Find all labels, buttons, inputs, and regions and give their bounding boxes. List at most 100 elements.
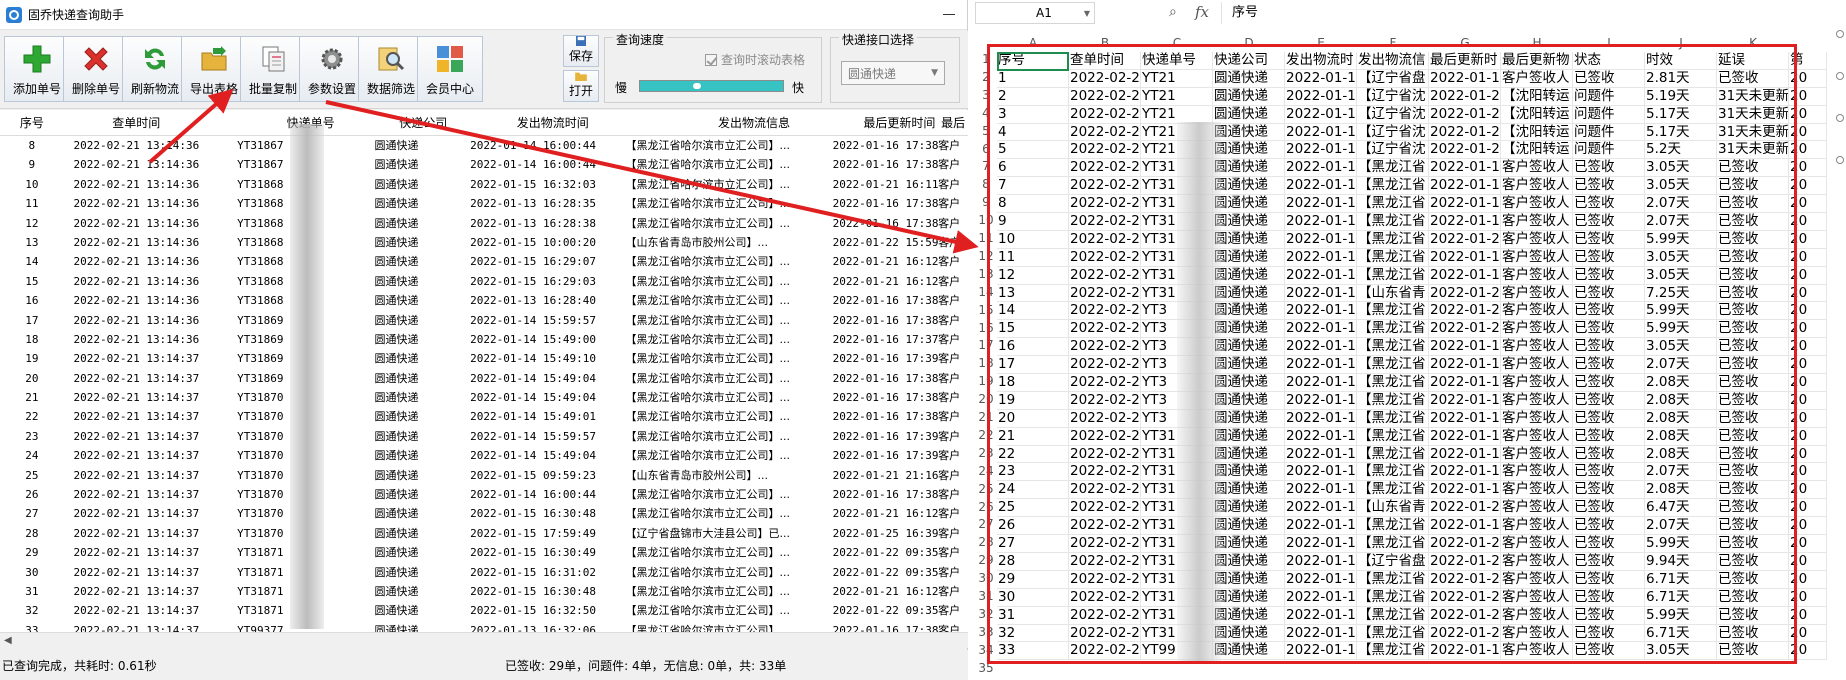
- header-query-time[interactable]: 查单时间: [64, 110, 209, 135]
- side-tool-icon[interactable]: [1836, 30, 1844, 38]
- status-summary: 已签收: 29单，问题件: 4单，无信息: 0单，共: 33单: [505, 659, 787, 673]
- table-row[interactable]: 20 2022-02-21 13:14:37 YT31869 圆通快递 2022-01-…: [0, 369, 968, 388]
- table-row[interactable]: 11 2022-02-21 13:14:36 YT31868 圆通快递 2022-01-…: [0, 194, 968, 213]
- cell-ship-info: 【黑龙江省哈尔滨市立汇公司】...: [625, 604, 791, 618]
- header-ship-info[interactable]: 发出物流信息: [617, 110, 830, 135]
- cell-last-update: 2022-01-21 16:11:57: [832, 177, 939, 191]
- cell-query-time: 2022-02-21 13:14:36: [73, 313, 200, 327]
- table-row[interactable]: 24 2022-02-21 13:14:37 YT31870 圆通快递 2022-01-…: [0, 446, 968, 465]
- table-row[interactable]: 29 2022-02-21 13:14:37 YT31871 圆通快递 2022-01-…: [0, 543, 968, 562]
- table-row[interactable]: 30 2022-02-21 13:14:37 YT31871 圆通快递 2022-01-…: [0, 563, 968, 582]
- cell-last: 客户: [938, 526, 961, 540]
- cell-query-time: 2022-02-21 13:14:37: [73, 488, 200, 502]
- cell-last: 客户: [938, 604, 961, 618]
- table-row[interactable]: 31 2022-02-21 13:14:37 YT31871 圆通快递 2022-01-…: [0, 582, 968, 601]
- table-row[interactable]: 27 2022-02-21 13:14:37 YT31870 圆通快递 2022-01-…: [0, 504, 968, 523]
- table-row[interactable]: 21 2022-02-21 13:14:37 YT31870 圆通快递 2022-01-…: [0, 388, 968, 407]
- formula-bar[interactable]: 序号: [1221, 2, 1821, 24]
- member-center-button[interactable]: 会员中心: [417, 36, 483, 102]
- cell-tracking-no: YT99377: [237, 623, 284, 632]
- cell-courier: 圆通快递: [374, 255, 419, 269]
- side-tool-icon[interactable]: [1836, 156, 1844, 164]
- cell-last-update: 2022-01-21 16:12:06: [832, 507, 939, 521]
- header-tracking-no[interactable]: 快递单号: [209, 110, 362, 135]
- cell-tracking-no: YT31868: [237, 274, 284, 288]
- data-filter-button[interactable]: 数据筛选: [358, 36, 424, 102]
- minimize-button[interactable]: [931, 0, 967, 30]
- speed-slow-label: 慢: [615, 81, 628, 95]
- courier-select[interactable]: 圆通快递 ▼: [841, 61, 945, 85]
- table-row[interactable]: 26 2022-02-21 13:14:37 YT31870 圆通快递 2022-01-…: [0, 485, 968, 504]
- cell-ship-time: 2022-01-14 15:49:04: [470, 391, 596, 405]
- cell-index: 24: [25, 449, 39, 463]
- header-last-update[interactable]: 最后更新时间: [831, 110, 939, 135]
- add-tracking-button[interactable]: 添加单号: [4, 36, 70, 102]
- cell-index: 17: [25, 313, 39, 327]
- red-highlight-box: [987, 44, 1797, 664]
- header-courier[interactable]: 快递公司: [362, 110, 458, 135]
- slider-thumb[interactable]: [692, 83, 701, 89]
- table-row[interactable]: 19 2022-02-21 13:14:37 YT31869 圆通快递 2022-01-…: [0, 349, 968, 368]
- cell-ship-time: 2022-01-13 16:32:06: [470, 623, 596, 632]
- cell-last: 客户: [938, 139, 961, 152]
- table-row[interactable]: 13 2022-02-21 13:14:36 YT31868 圆通快递 2022-01-…: [0, 233, 968, 252]
- data-filter-label: 数据筛选: [366, 82, 415, 96]
- save-label: 保存: [568, 49, 593, 63]
- header-ship-time[interactable]: 发出物流时间: [458, 110, 617, 135]
- cell-last-update: 2022-01-22 09:35:29: [832, 565, 939, 579]
- table-row[interactable]: 23 2022-02-21 13:14:37 YT31870 圆通快递 2022-01-…: [0, 427, 968, 446]
- delete-tracking-button[interactable]: 删除单号: [63, 36, 129, 102]
- cell-last: 客户: [938, 158, 961, 172]
- cell-ship-info: 【黑龙江省哈尔滨市立汇公司】...: [625, 429, 791, 443]
- scroll-table-checkbox[interactable]: 查询时滚动表格: [705, 51, 805, 68]
- scroll-left-arrow-icon[interactable]: ◀: [4, 635, 12, 646]
- cell-ship-info: 【黑龙江省哈尔滨市立汇公司】...: [625, 332, 791, 346]
- cell-courier: 圆通快递: [374, 391, 419, 405]
- table-row[interactable]: 16 2022-02-21 13:14:36 YT31868 圆通快递 2022-01-…: [0, 291, 968, 310]
- cell-last-update: 2022-01-22 15:59:24: [832, 235, 939, 249]
- table-row[interactable]: 14 2022-02-21 13:14:36 YT31868 圆通快递 2022-01-…: [0, 252, 968, 271]
- side-tool-icon[interactable]: [1836, 114, 1844, 122]
- cell-ship-time: 2022-01-13 16:28:35: [470, 197, 596, 211]
- table-row[interactable]: 12 2022-02-21 13:14:36 YT31868 圆通快递 2022-01-…: [0, 214, 968, 233]
- cell-last-update: 2022-01-16 17:38:44: [832, 371, 939, 385]
- side-tool-icon[interactable]: [1836, 72, 1844, 80]
- horizontal-scrollbar[interactable]: ◀: [0, 632, 968, 648]
- table-row[interactable]: 25 2022-02-21 13:14:37 YT31870 圆通快递 2022-01-…: [0, 466, 968, 485]
- table-row[interactable]: 15 2022-02-21 13:14:36 YT31868 圆通快递 2022-01-…: [0, 272, 968, 291]
- table-row[interactable]: 22 2022-02-21 13:14:37 YT31870 圆通快递 2022-01-…: [0, 407, 968, 426]
- cell-last: 客户: [938, 449, 961, 463]
- query-speed-slider[interactable]: [639, 80, 784, 92]
- refresh-logistics-button[interactable]: 刷新物流: [122, 36, 188, 102]
- table-row[interactable]: 17 2022-02-21 13:14:36 YT31869 圆通快递 2022-01-…: [0, 311, 968, 330]
- save-button[interactable]: 保存: [563, 35, 599, 67]
- cell-courier: 圆通快递: [374, 468, 419, 482]
- chevron-down-icon: ▼: [1083, 8, 1090, 18]
- cell-last-update: 2022-01-16 17:38:21: [832, 197, 939, 211]
- batch-copy-button[interactable]: 批量复制: [240, 36, 306, 102]
- header-index[interactable]: 序号: [0, 110, 64, 135]
- zoom-search-icon[interactable]: ⌕: [1169, 4, 1177, 20]
- cell-tracking-no: YT31868: [237, 216, 284, 230]
- name-box[interactable]: A1 ▼: [975, 2, 1095, 24]
- cell-ship-time: 2022-01-14 16:00:44: [470, 488, 596, 502]
- table-row[interactable]: 18 2022-02-21 13:14:36 YT31869 圆通快递 2022-01-…: [0, 330, 968, 349]
- status-elapsed: 已查询完成，共耗时: 0.61秒: [2, 659, 157, 673]
- blurred-tracking-numbers: [290, 124, 324, 629]
- table-row[interactable]: 9 2022-02-21 13:14:36 YT31867 圆通快递 2022-01-1…: [0, 155, 968, 174]
- member-center-label: 会员中心: [425, 82, 474, 96]
- table-row[interactable]: 28 2022-02-21 13:14:37 YT31870 圆通快递 2022-01-…: [0, 524, 968, 543]
- cell-ship-info: 【黑龙江省哈尔滨市立汇公司】...: [625, 294, 791, 308]
- open-button[interactable]: 打开: [563, 70, 599, 102]
- cell-query-time: 2022-02-21 13:14:37: [73, 565, 200, 579]
- table-row[interactable]: 10 2022-02-21 13:14:36 YT31868 圆通快递 2022-01-…: [0, 175, 968, 194]
- table-row[interactable]: 33 2022-02-21 13:14:37 YT99377 圆通快递 2022-01-…: [0, 621, 968, 632]
- cell-query-time: 2022-02-21 13:14:37: [73, 507, 200, 521]
- cell-ship-time: 2022-01-14 15:49:10: [470, 352, 596, 366]
- export-table-button[interactable]: 导出表格: [181, 36, 247, 102]
- table-row[interactable]: 32 2022-02-21 13:14:37 YT31871 圆通快递 2022-01-…: [0, 601, 968, 620]
- name-box-value: A1: [1036, 6, 1052, 20]
- header-last-truncated[interactable]: 最后: [938, 110, 968, 135]
- table-row[interactable]: 8 2022-02-21 13:14:36 YT31867 圆通快递 2022-01-1…: [0, 136, 968, 155]
- settings-button[interactable]: 参数设置: [299, 36, 365, 102]
